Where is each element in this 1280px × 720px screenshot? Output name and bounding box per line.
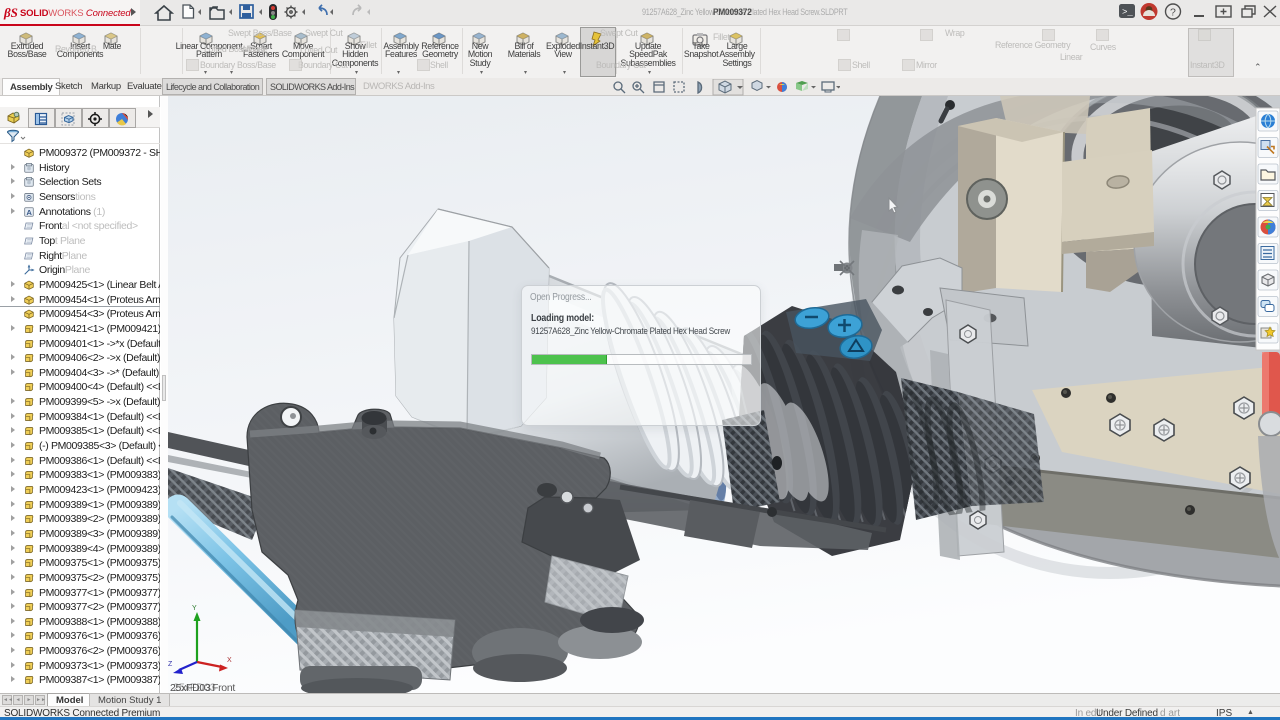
svg-text:Z: Z bbox=[168, 661, 173, 668]
svg-text:A: A bbox=[26, 208, 32, 217]
svg-text:?: ? bbox=[1170, 7, 1176, 19]
svg-text:Y: Y bbox=[192, 605, 197, 612]
svg-text:25xFD03: 25xFD03 bbox=[173, 682, 216, 693]
svg-text:>_: >_ bbox=[1122, 8, 1133, 18]
svg-text:Front: Front bbox=[212, 682, 235, 693]
svg-text:X: X bbox=[227, 657, 232, 664]
